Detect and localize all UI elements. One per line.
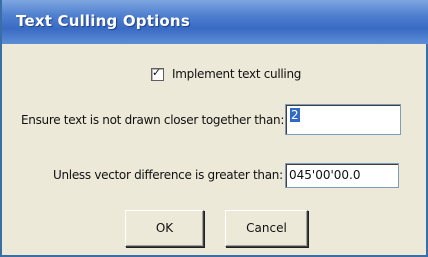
title-bar[interactable]: Text Culling Options xyxy=(2,0,428,44)
vector-diff-label: Unless vector difference is greater than… xyxy=(53,168,283,182)
vector-diff-input[interactable]: 045'00'00.0 xyxy=(285,163,399,188)
vector-diff-value: 045'00'00.0 xyxy=(289,168,361,182)
dialog-title: Text Culling Options xyxy=(16,12,190,30)
cancel-button[interactable]: Cancel xyxy=(225,210,308,247)
implement-culling-row[interactable]: ✓ Implement text culling xyxy=(151,65,302,81)
implement-culling-checkbox[interactable]: ✓ xyxy=(151,65,164,81)
min-spacing-input[interactable]: 2 xyxy=(285,104,401,135)
text-culling-dialog: Text Culling Options ✓ Implement text cu… xyxy=(0,0,428,257)
ok-button[interactable]: OK xyxy=(125,210,204,247)
min-spacing-value: 2 xyxy=(290,108,300,122)
min-spacing-label: Ensure text is not drawn closer together… xyxy=(21,113,285,127)
implement-culling-label: Implement text culling xyxy=(172,67,302,81)
checkmark-icon: ✓ xyxy=(152,65,162,79)
